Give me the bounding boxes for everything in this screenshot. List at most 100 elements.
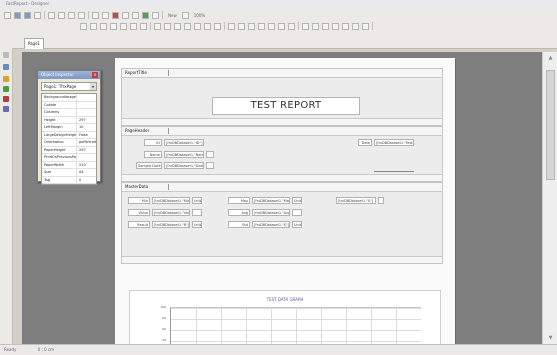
format-tool-icon[interactable] (164, 22, 171, 30)
property-row[interactable]: Size A4 (42, 169, 96, 177)
close-icon[interactable]: × (92, 72, 98, 78)
format-tool-icon[interactable] (214, 22, 221, 30)
new-icon[interactable] (4, 11, 11, 19)
scrollbar-thumb[interactable] (546, 70, 555, 180)
field-unit[interactable]: Unit (192, 221, 202, 228)
save-icon[interactable] (24, 11, 31, 19)
field-value[interactable]: [frxDBDataset1."S"] (252, 221, 290, 228)
bring-front-icon[interactable] (142, 11, 149, 19)
send-back-icon[interactable] (152, 11, 159, 19)
field-value[interactable]: [frxDBDataset1."ID"] (164, 139, 204, 146)
property-row[interactable]: PaperWidth 210 (42, 161, 96, 169)
copy-icon[interactable] (68, 11, 75, 19)
format-tool-icon[interactable] (268, 22, 275, 30)
format-tool-icon[interactable] (312, 22, 319, 30)
format-tool-icon[interactable] (120, 22, 127, 30)
format-tool-icon[interactable] (130, 22, 137, 30)
field-value[interactable]: [frxDBDataset1."Value"] (152, 209, 190, 216)
new-page-button[interactable]: New (166, 13, 179, 18)
property-row[interactable]: Collate (42, 101, 96, 109)
format-tool-icon[interactable] (302, 22, 309, 30)
redo-icon[interactable] (102, 11, 109, 19)
object-inspector-panel[interactable]: Object Inspector × Page1: TfrxPage ▾ Backg… (37, 70, 101, 185)
format-tool-icon[interactable] (322, 22, 329, 30)
property-value[interactable]: 210 (77, 162, 96, 169)
vertical-scrollbar[interactable]: ▲ ▼ (542, 52, 557, 344)
page-settings-icon[interactable] (181, 11, 189, 19)
property-row[interactable]: LeftMargin 10 (42, 124, 96, 132)
field-label[interactable]: Max (228, 197, 250, 204)
field-unit[interactable] (292, 209, 302, 216)
chart-object[interactable]: TEST DATA GRAPH 100 80 60 40 (129, 290, 441, 350)
format-tool-icon[interactable] (100, 22, 107, 30)
field-unit[interactable]: Unit (292, 221, 302, 228)
field-unit[interactable]: Unit (192, 197, 202, 204)
print-icon[interactable] (34, 11, 41, 19)
property-value[interactable] (77, 154, 96, 161)
format-tool-icon[interactable] (110, 22, 117, 30)
property-row[interactable]: PaperHeight 297 (42, 146, 96, 154)
report-page[interactable]: ReportTitle TEST REPORT PageHeader ID [f… (115, 58, 455, 350)
picture-tool-icon[interactable] (3, 86, 9, 92)
property-row[interactable]: BackgroundImage (42, 94, 96, 102)
chart-tool-icon[interactable] (3, 96, 9, 102)
field-label[interactable]: Result (128, 221, 150, 228)
format-tool-icon[interactable] (80, 22, 87, 30)
format-tool-icon[interactable] (174, 22, 181, 30)
field-value[interactable]: [frxDBDataset1."Date"] (164, 162, 204, 169)
master-data-band[interactable]: MasterData Min [frxDBDataset1."Min"] Unit M… (121, 182, 443, 264)
group-icon[interactable] (122, 11, 129, 19)
property-value[interactable]: 297 (77, 147, 96, 154)
property-value[interactable]: 0 (77, 177, 96, 184)
page-header-band[interactable]: PageHeader ID [frxDBDataset1."ID"] Name … (121, 126, 443, 182)
report-title-band[interactable]: ReportTitle TEST REPORT (121, 68, 443, 126)
field-unit[interactable] (192, 209, 202, 216)
field-unit[interactable]: Unit (292, 197, 302, 204)
undo-icon[interactable] (92, 11, 99, 19)
cut-icon[interactable] (58, 11, 65, 19)
format-tool-icon[interactable] (228, 22, 235, 30)
property-value[interactable]: A4 (77, 169, 96, 176)
find-icon[interactable] (112, 11, 119, 19)
format-tool-icon[interactable] (332, 22, 339, 30)
format-tool-icon[interactable] (238, 22, 245, 30)
property-value[interactable]: poPortrait (77, 139, 96, 146)
align-icon[interactable] (132, 11, 139, 19)
property-value[interactable]: 10 (77, 124, 96, 131)
field-label[interactable]: Name (144, 151, 162, 158)
field-label[interactable]: Value (128, 209, 150, 216)
tab-page1[interactable]: Page1 (24, 38, 44, 49)
format-tool-icon[interactable] (140, 22, 147, 30)
scroll-up-icon[interactable]: ▲ (546, 54, 555, 62)
format-tool-icon[interactable] (204, 22, 211, 30)
property-value[interactable]: False (77, 132, 96, 139)
property-row[interactable]: LargeDesignHeight False (42, 131, 96, 139)
property-row[interactable]: PrintOnPreviousPage (42, 154, 96, 162)
shape-tool-icon[interactable] (3, 106, 9, 112)
property-value[interactable]: 297 (77, 117, 96, 124)
format-tool-icon[interactable] (362, 22, 369, 30)
property-value[interactable] (77, 94, 96, 101)
field-unit[interactable] (206, 162, 214, 169)
field-value[interactable]: [frxDBDataset1."R"] (152, 221, 190, 228)
format-tool-icon[interactable] (342, 22, 349, 30)
format-tool-icon[interactable] (90, 22, 97, 30)
object-selector[interactable]: Page1: TfrxPage ▾ (41, 82, 97, 91)
field-value[interactable]: [frxDBDataset1."TestDate"] (374, 139, 414, 146)
field-value[interactable]: [frxDBDataset1."Avg"] (252, 209, 290, 216)
format-tool-icon[interactable] (194, 22, 201, 30)
report-title[interactable]: TEST REPORT (212, 97, 360, 115)
property-value[interactable] (77, 102, 96, 109)
field-value[interactable]: [frxDBDataset1."Name"] (164, 151, 204, 158)
format-tool-icon[interactable] (288, 22, 295, 30)
format-tool-icon[interactable] (258, 22, 265, 30)
preview-icon[interactable] (48, 11, 55, 19)
property-row[interactable]: Columns (42, 109, 96, 117)
field-value[interactable]: [frxDBDataset1."Min"] (152, 197, 190, 204)
format-tool-icon[interactable] (248, 22, 255, 30)
open-icon[interactable] (14, 11, 21, 19)
paste-icon[interactable] (78, 11, 85, 19)
field-unit[interactable] (206, 151, 214, 158)
field-label[interactable]: [frxDBDataset1."A"] (336, 197, 376, 204)
band-tool-icon[interactable] (3, 76, 9, 82)
